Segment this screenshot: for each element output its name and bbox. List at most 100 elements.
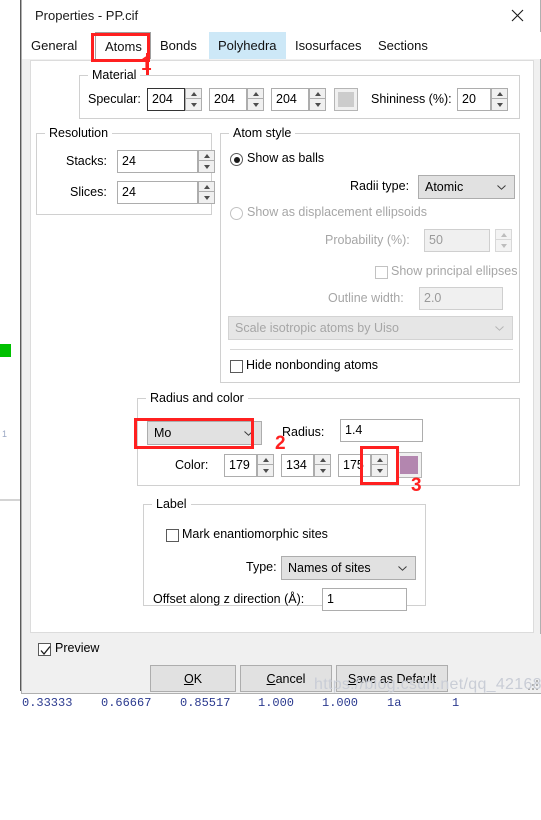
background-cell-1: 0.33333 xyxy=(22,696,73,710)
specular-color-swatch[interactable] xyxy=(334,88,358,111)
chevron-down-icon xyxy=(497,185,506,190)
stacks-stepper-up[interactable] xyxy=(198,150,215,161)
hide-nonbonding-atoms-label[interactable]: Hide nonbonding atoms xyxy=(246,354,378,377)
background-cell-6: 1a xyxy=(387,696,402,710)
background-horizontal-divider xyxy=(0,499,20,501)
radio-show-as-balls[interactable] xyxy=(230,153,243,166)
slices-stepper[interactable] xyxy=(198,181,215,204)
checkbox-show-principal-ellipses xyxy=(375,266,388,279)
annotation-marker-2: 2 xyxy=(275,433,286,454)
checkmark-icon xyxy=(40,646,51,656)
color-r-stepper[interactable] xyxy=(257,454,274,477)
stacks-input[interactable]: 24 xyxy=(117,150,198,173)
tab-polyhedra[interactable]: Polyhedra xyxy=(209,32,286,59)
preview-label[interactable]: Preview xyxy=(55,637,99,660)
color-g-input[interactable]: 134 xyxy=(281,454,314,477)
radio-show-as-ellipsoids[interactable] xyxy=(230,207,243,220)
color-label: Color: xyxy=(175,458,209,472)
material-group-title: Material xyxy=(88,68,141,82)
tab-sections[interactable]: Sections xyxy=(369,32,436,59)
tab-bonds[interactable]: Bonds xyxy=(151,32,209,59)
slices-stepper-up[interactable] xyxy=(198,181,215,192)
color-r-stepper-up[interactable] xyxy=(257,454,274,465)
probability-input: 50 xyxy=(424,229,490,252)
background-green-marker xyxy=(0,344,11,357)
scale-isotropic-value: Scale isotropic atoms by Uiso xyxy=(235,321,399,335)
color-g-stepper[interactable] xyxy=(314,454,331,477)
shininess-stepper-down[interactable] xyxy=(491,99,508,111)
dialog-title: Properties - PP.cif xyxy=(35,8,139,23)
specular-g-stepper-down[interactable] xyxy=(247,99,264,111)
label-type-value: Names of sites xyxy=(288,561,371,575)
atom-style-divider xyxy=(230,349,513,350)
label-type-combobox[interactable]: Names of sites xyxy=(281,556,416,580)
checkbox-mark-enantiomorphic-sites[interactable] xyxy=(166,529,179,542)
show-principal-ellipses-label: Show principal ellipses xyxy=(391,264,518,278)
specular-b-stepper-up[interactable] xyxy=(309,88,326,99)
specular-r-stepper-up[interactable] xyxy=(185,88,202,99)
close-icon[interactable] xyxy=(495,0,540,31)
color-g-stepper-up[interactable] xyxy=(314,454,331,465)
annotation-box-element-combobox xyxy=(134,418,254,449)
slices-label: Slices: xyxy=(70,185,107,199)
chevron-down-icon-disabled xyxy=(495,326,504,331)
stacks-label: Stacks: xyxy=(66,154,107,168)
specular-g-input[interactable]: 204 xyxy=(209,88,247,111)
annotation-marker-3: 3 xyxy=(411,475,422,496)
atom-style-group: Atom style xyxy=(220,126,520,383)
background-cell-3: 0.85517 xyxy=(180,696,231,710)
radius-label: Radius: xyxy=(282,425,325,439)
background-cell-2: 0.66667 xyxy=(101,696,152,710)
background-side-values: 1 xyxy=(2,420,20,448)
outline-width-label: Outline width: xyxy=(328,291,404,305)
ok-accel: O xyxy=(183,671,194,686)
watermark-text: https://blog.csdn.net/qq_42168543 xyxy=(314,676,541,693)
background-data-row: 0.33333 0.66667 0.85517 1.000 1.000 1a 1 xyxy=(0,694,541,713)
shininess-input[interactable]: 20 xyxy=(457,88,491,111)
radius-and-color-group-title: Radius and color xyxy=(146,391,248,405)
background-side-value: 1 xyxy=(2,429,8,439)
color-r-stepper-down[interactable] xyxy=(257,465,274,477)
specular-b-stepper-down[interactable] xyxy=(309,99,326,111)
shininess-stepper[interactable] xyxy=(491,88,508,111)
radii-type-combobox[interactable]: Atomic xyxy=(418,175,515,199)
slices-stepper-down[interactable] xyxy=(198,192,215,204)
scale-isotropic-combobox: Scale isotropic atoms by Uiso xyxy=(228,316,513,340)
shininess-stepper-up[interactable] xyxy=(491,88,508,99)
offset-z-label: Offset along z direction (Å): xyxy=(153,592,305,606)
background-cell-4: 1.000 xyxy=(258,696,295,710)
checkbox-hide-nonbonding-atoms[interactable] xyxy=(230,360,243,373)
specular-r-input[interactable]: 204 xyxy=(147,88,185,111)
color-r-input[interactable]: 179 xyxy=(224,454,257,477)
specular-r-stepper-down[interactable] xyxy=(185,99,202,111)
cancel-accel: C xyxy=(266,671,276,686)
offset-z-input[interactable]: 1 xyxy=(322,588,407,611)
show-as-ellipsoids-label: Show as displacement ellipsoids xyxy=(247,205,427,219)
dialog-titlebar: Properties - PP.cif xyxy=(22,0,540,33)
properties-dialog: Properties - PP.cif General Atoms Bonds … xyxy=(21,0,541,694)
shininess-label: Shininess (%): xyxy=(371,92,452,106)
checkbox-preview[interactable] xyxy=(38,643,51,656)
tab-general[interactable]: General xyxy=(22,32,95,59)
label-type-label: Type: xyxy=(246,560,277,574)
chevron-down-icon-label-type xyxy=(398,566,407,571)
slices-input[interactable]: 24 xyxy=(117,181,198,204)
resolution-group-title: Resolution xyxy=(45,126,113,140)
radius-input[interactable]: 1.4 xyxy=(340,419,423,442)
color-g-stepper-down[interactable] xyxy=(314,465,331,477)
ok-button[interactable]: OK xyxy=(150,665,236,692)
stacks-stepper-down[interactable] xyxy=(198,161,215,173)
background-cell-7: 1 xyxy=(452,696,460,710)
radii-type-label: Radii type: xyxy=(350,179,410,193)
specular-b-input[interactable]: 204 xyxy=(271,88,309,111)
specular-g-stepper-up[interactable] xyxy=(247,88,264,99)
specular-r-stepper[interactable] xyxy=(185,88,202,111)
stacks-stepper[interactable] xyxy=(198,150,215,173)
specular-b-stepper[interactable] xyxy=(309,88,326,111)
specular-g-stepper[interactable] xyxy=(247,88,264,111)
atom-style-group-title: Atom style xyxy=(229,126,296,140)
probability-stepper-down xyxy=(495,240,512,252)
tab-isosurfaces[interactable]: Isosurfaces xyxy=(286,32,369,59)
show-as-balls-label[interactable]: Show as balls xyxy=(247,147,324,170)
mark-enantiomorphic-sites-label[interactable]: Mark enantiomorphic sites xyxy=(182,523,328,546)
